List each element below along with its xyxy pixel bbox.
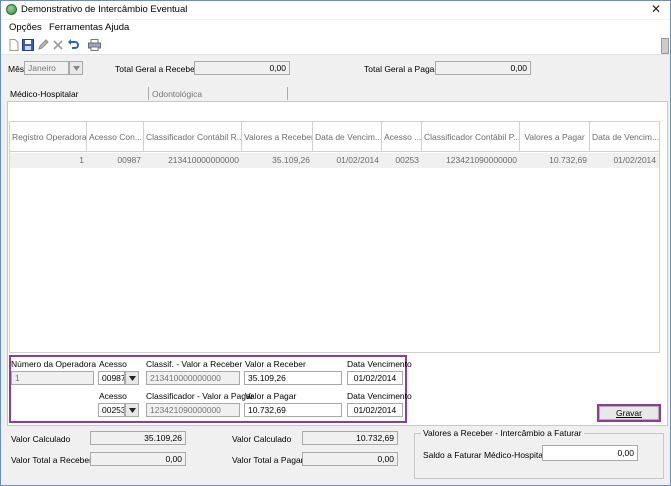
chevron-down-icon [128, 375, 136, 381]
valor-calc-label-2: Valor Calculado [232, 434, 292, 444]
col-data-vencim-2[interactable]: Data de Vencim... [590, 122, 659, 152]
acesso-receber-dropdown[interactable] [125, 371, 139, 385]
valor-calc-label-1: Valor Calculado [11, 434, 71, 444]
valor-receber-field[interactable]: 35.109,26 [244, 371, 342, 385]
col-registro-operadora[interactable]: Registro Operadora [10, 122, 87, 152]
col-acesso-con[interactable]: Acesso Con... [87, 122, 144, 152]
grid-header: Registro Operadora Acesso Con... Classif… [10, 122, 659, 152]
gravar-button[interactable]: Gravar [599, 406, 659, 420]
valor-total-receber-field: 0,00 [90, 452, 186, 466]
chevron-down-icon [128, 407, 136, 413]
undo-icon[interactable] [66, 38, 80, 52]
close-button[interactable]: ✕ [644, 1, 668, 18]
chevron-down-icon [72, 65, 80, 71]
acesso-label-2: Acesso [99, 391, 127, 401]
table-row[interactable]: 1 00987 213410000000000 35.109,26 01/02/… [10, 153, 659, 168]
menu-opcoes[interactable]: Opções [9, 22, 42, 33]
cell-data-venc-1: 01/02/2014 [336, 155, 379, 165]
app-window: Demonstrativo de Intercâmbio Eventual ✕ … [0, 0, 671, 486]
cell-data-venc-2: 01/02/2014 [613, 155, 656, 165]
numero-operadora-label: Número da Operadora [11, 359, 97, 369]
groupbox-title: Valores a Receber - Intercâmbio a Fatura… [421, 428, 584, 438]
save-icon[interactable] [21, 38, 35, 52]
saldo-field[interactable]: 0,00 [542, 445, 638, 461]
cell-valores-pagar: 10.732,69 [549, 155, 587, 165]
col-valores-receber[interactable]: Valores a Receber [242, 122, 313, 152]
total-pagar-label: Total Geral a Pagar: [364, 64, 440, 74]
tab-odontologica-frame[interactable]: Odontológica [148, 87, 288, 100]
valor-total-pagar-field: 0,00 [302, 452, 398, 466]
data-venc-field-2[interactable]: 01/02/2014 [347, 403, 403, 417]
tab-odontologica[interactable]: Odontológica [152, 89, 202, 99]
menu-ajuda[interactable]: Ajuda [105, 22, 129, 33]
valor-receber-label: Valor a Receber [245, 359, 306, 369]
mes-dropdown-button[interactable] [69, 61, 83, 75]
valor-total-receber-label: Valor Total a Receber [11, 455, 92, 465]
classif-receber-label: Classif. - Valor a Receber [146, 359, 243, 369]
col-classificador-r[interactable]: Classificador Contábil R... [144, 122, 242, 152]
total-receber-field: 0,00 [194, 61, 290, 75]
edit-icon[interactable] [36, 38, 50, 52]
title-bar: Demonstrativo de Intercâmbio Eventual ✕ [1, 1, 670, 19]
classif-pagar-field: 123421090000000 [146, 403, 240, 417]
numero-operadora-field[interactable]: 1 [11, 371, 94, 385]
valor-calc-field-1: 35.109,26 [90, 431, 186, 445]
data-venc-field-1[interactable]: 01/02/2014 [347, 371, 403, 385]
valor-pagar-label: Valor a Pagar [245, 391, 297, 401]
mes-select[interactable]: Janeiro [24, 61, 69, 75]
total-receber-label: Total Geral a Receber: [115, 64, 201, 74]
valor-pagar-field[interactable]: 10.732,69 [244, 403, 342, 417]
delete-icon[interactable] [51, 38, 65, 52]
col-classificador-p[interactable]: Classificador Contábil P... [422, 122, 520, 152]
print-icon[interactable] [87, 38, 101, 52]
gravar-label: Gravar [616, 408, 642, 418]
col-data-vencim-1[interactable]: Data de Vencim... [313, 122, 382, 152]
col-valores-pagar[interactable]: Valores a Pagar [520, 122, 590, 152]
menu-ferramentas[interactable]: Ferramentas [49, 22, 103, 33]
acesso-pagar-dropdown[interactable] [125, 403, 139, 417]
cell-acesso: 00253 [395, 155, 419, 165]
total-pagar-field: 0,00 [435, 61, 531, 75]
scrollbar-thumb[interactable] [661, 38, 669, 54]
cell-valores-receber: 35.109,26 [272, 155, 310, 165]
cell-acesso-con: 00987 [117, 155, 141, 165]
toolbar [1, 36, 670, 55]
data-grid: Registro Operadora Acesso Con... Classif… [9, 121, 660, 353]
acesso-label-1: Acesso [99, 359, 127, 369]
acesso-receber-select[interactable]: 00987 [98, 371, 125, 385]
acesso-pagar-select[interactable]: 00253 [98, 403, 125, 417]
valor-calc-field-2: 10.732,69 [302, 431, 398, 445]
cell-registro: 1 [79, 155, 84, 165]
data-venc-label-2: Data Vencimento [347, 391, 412, 401]
mes-label: Mês [8, 64, 25, 74]
data-venc-label-1: Data Vencimento [347, 359, 412, 369]
valor-total-pagar-label: Valor Total a Pagar [232, 455, 304, 465]
menu-bar: Opções Ferramentas Ajuda [1, 20, 670, 36]
window-title: Demonstrativo de Intercâmbio Eventual [21, 4, 188, 15]
new-document-icon[interactable] [7, 38, 21, 52]
col-acesso[interactable]: Acesso ... [382, 122, 422, 152]
classif-pagar-label: Classificador - Valor a Pagar [146, 391, 254, 401]
app-logo-icon [6, 4, 17, 15]
cell-classif-r: 213410000000000 [168, 155, 239, 165]
cell-classif-p: 123421090000000 [446, 155, 517, 165]
classif-receber-field: 213410000000000 [146, 371, 240, 385]
saldo-label: Saldo a Faturar Médico-Hospitalar [423, 450, 553, 460]
